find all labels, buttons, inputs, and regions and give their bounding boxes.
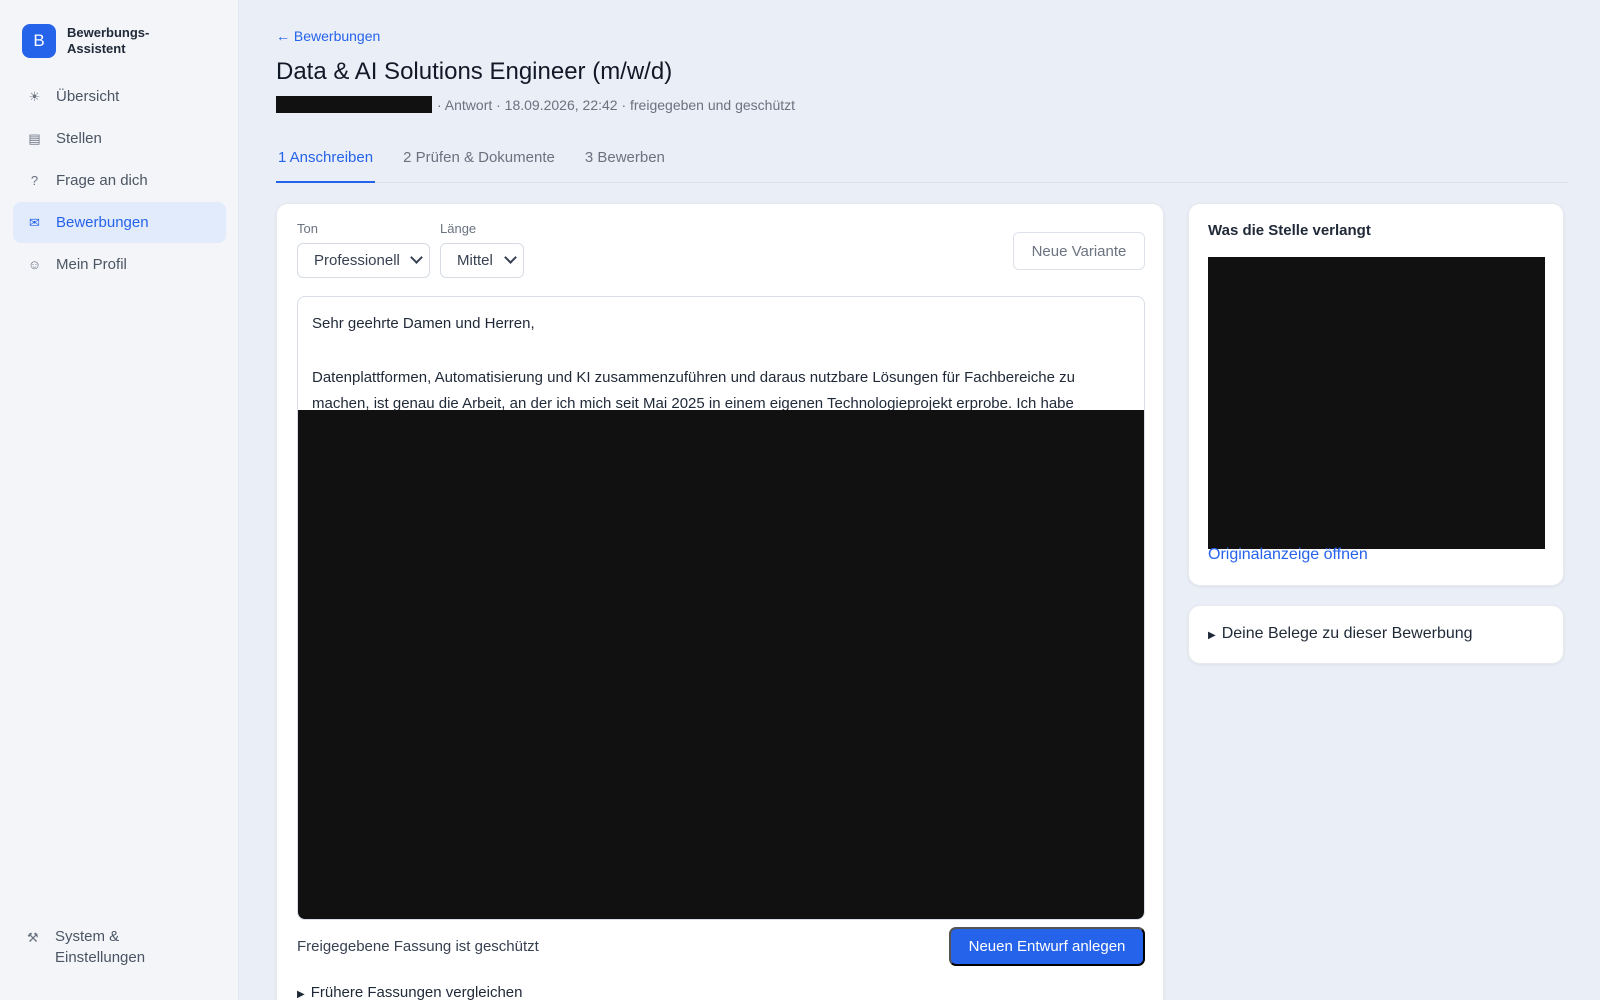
letter-greeting: Sehr geehrte Damen und Herren, xyxy=(312,315,535,332)
app-logo: B xyxy=(22,24,56,58)
new-variant-button[interactable]: Neue Variante xyxy=(1013,232,1145,270)
sun-icon: ☀ xyxy=(28,88,41,104)
length-value: Mittel xyxy=(457,252,493,269)
tools-icon: ⚒ xyxy=(27,930,39,945)
page-title: Data & AI Solutions Engineer (m/w/d) xyxy=(276,58,673,85)
proofs-label: Deine Belege zu dieser Bewerbung xyxy=(1221,625,1473,642)
sidebar-item-label: System & Einstellungen xyxy=(55,928,146,966)
locked-notice: Freigegebene Fassung ist geschützt xyxy=(297,938,539,955)
tab-pruefen-dokumente[interactable]: 2 Prüfen & Dokumente xyxy=(401,140,557,183)
proofs-toggle[interactable]: ▶ Deine Belege zu dieser Bewerbung xyxy=(1208,625,1473,643)
tone-select[interactable]: Professionell xyxy=(297,243,430,278)
sidebar: B Bewerbungs-Assistent ☀ Übersicht ▤ Ste… xyxy=(0,0,239,1000)
triangle-right-icon: ▶ xyxy=(1208,630,1216,641)
sidebar-item-stellen[interactable]: ▤ Stellen xyxy=(13,118,226,159)
redacted-letter-body xyxy=(298,410,1144,919)
mail-icon: ✉ xyxy=(29,214,40,230)
sidebar-item-label: Stellen xyxy=(56,130,102,147)
new-draft-button[interactable]: Neuen Entwurf anlegen xyxy=(949,927,1145,966)
sidebar-item-label: Mein Profil xyxy=(56,256,127,273)
tone-label: Ton xyxy=(297,221,318,236)
sidebar-item-system[interactable]: ⚒ System & Einstellungen xyxy=(27,926,165,968)
list-icon: ▤ xyxy=(28,130,41,146)
redacted-company xyxy=(276,96,432,113)
sidebar-item-label: Bewerbungen xyxy=(56,214,149,231)
requirements-card: Was die Stelle verlangt Originalanzeige … xyxy=(1188,203,1564,586)
brand[interactable]: B Bewerbungs-Assistent xyxy=(22,24,177,58)
sidebar-item-frage[interactable]: ? Frage an dich xyxy=(13,160,226,201)
sidebar-item-profil[interactable]: ☺ Mein Profil xyxy=(13,244,226,285)
sidebar-item-bewerbungen[interactable]: ✉ Bewerbungen xyxy=(13,202,226,243)
step-tabs: 1 Anschreiben 2 Prüfen & Dokumente 3 Bew… xyxy=(276,140,1568,183)
cover-letter-card: Ton Professionell Länge Mittel Neue Vari… xyxy=(276,203,1164,1000)
sidebar-item-label: Frage an dich xyxy=(56,172,148,189)
length-select[interactable]: Mittel xyxy=(440,243,524,278)
length-label: Länge xyxy=(440,221,477,236)
tab-bewerben[interactable]: 3 Bewerben xyxy=(583,140,667,183)
open-original-link[interactable]: Originalanzeige öffnen xyxy=(1208,546,1368,564)
compare-label: Frühere Fassungen vergleichen xyxy=(310,984,523,1000)
sidebar-item-label: Übersicht xyxy=(56,88,120,105)
chevron-down-icon xyxy=(504,251,517,264)
meta-line: · Antwort · 18.09.2026, 22:42 · freigege… xyxy=(276,96,795,113)
redacted-requirements xyxy=(1208,257,1545,549)
sidebar-nav: ☀ Übersicht ▤ Stellen ? Frage an dich ✉ … xyxy=(13,76,226,286)
chevron-down-icon xyxy=(410,251,423,264)
cover-letter-editor[interactable]: Sehr geehrte Damen und Herren, Datenplat… xyxy=(297,296,1145,920)
meta-text: · Antwort · 18.09.2026, 22:42 · freigege… xyxy=(437,96,796,113)
question-icon: ? xyxy=(30,173,39,188)
requirements-title: Was die Stelle verlangt xyxy=(1208,222,1371,239)
tone-value: Professionell xyxy=(314,252,400,269)
tab-anschreiben[interactable]: 1 Anschreiben xyxy=(276,140,376,183)
proofs-card: ▶ Deine Belege zu dieser Bewerbung xyxy=(1188,605,1564,664)
smiley-icon: ☺ xyxy=(27,257,42,272)
app-name: Bewerbungs-Assistent xyxy=(67,25,150,56)
triangle-right-icon: ▶ xyxy=(297,989,305,1000)
sidebar-item-uebersicht[interactable]: ☀ Übersicht xyxy=(13,76,226,117)
back-link[interactable]: ← Bewerbungen xyxy=(276,28,380,44)
compare-versions-toggle[interactable]: ▶ Frühere Fassungen vergleichen xyxy=(297,984,523,1000)
